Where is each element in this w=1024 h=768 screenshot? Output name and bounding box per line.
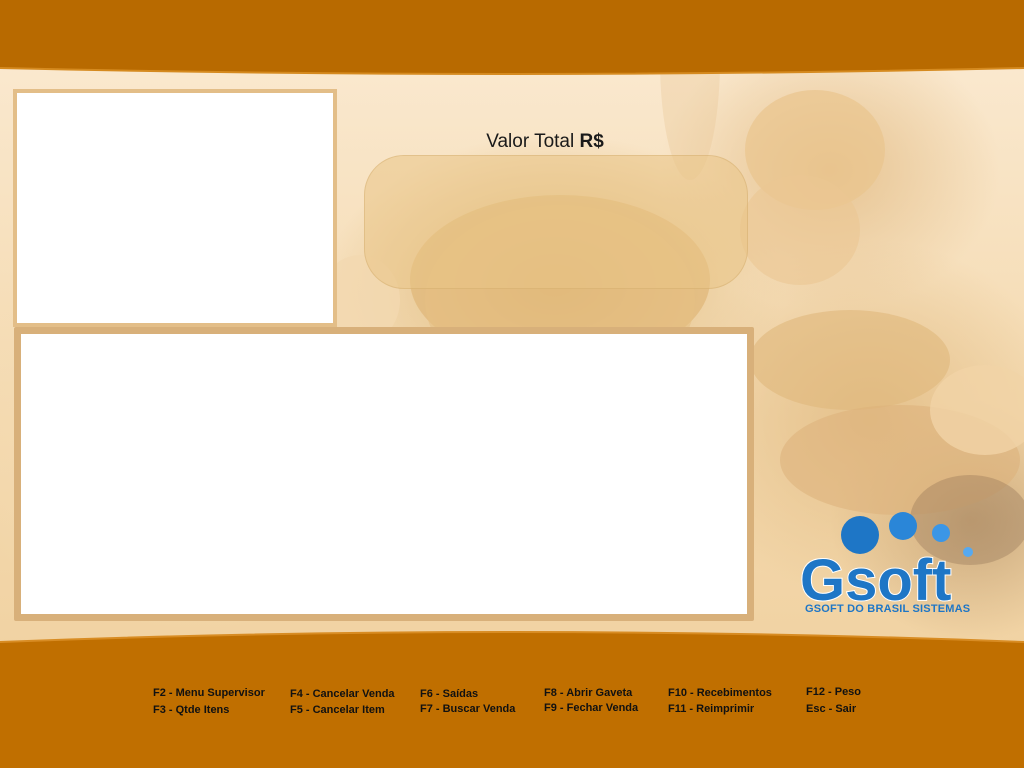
shortcut-f7[interactable]: F7 - Buscar Venda <box>420 703 515 715</box>
product-image-panel <box>13 89 337 327</box>
shortcut-f5[interactable]: F5 - Cancelar Item <box>290 704 385 716</box>
shortcut-f9[interactable]: F9 - Fechar Venda <box>544 702 638 714</box>
top-banner <box>0 0 1024 75</box>
shortcut-f3[interactable]: F3 - Qtde Itens <box>153 704 229 716</box>
shortcut-f4[interactable]: F4 - Cancelar Venda <box>290 688 395 700</box>
logo-dot-tiny <box>963 547 973 557</box>
total-label: Valor Total R$ <box>430 131 660 153</box>
logo-dot-medium <box>889 512 917 540</box>
total-value-display <box>364 155 748 289</box>
total-label-text: Valor Total <box>486 131 575 152</box>
company-name: GSOFT DO BRASIL SISTEMAS <box>805 603 971 615</box>
function-key-shortcuts: F2 - Menu Supervisor F3 - Qtde Itens F4 … <box>0 686 1024 726</box>
shortcut-f8[interactable]: F8 - Abrir Gaveta <box>544 687 632 699</box>
shortcut-esc[interactable]: Esc - Sair <box>806 703 856 715</box>
shortcut-f6[interactable]: F6 - Saídas <box>420 688 478 700</box>
shortcut-f2[interactable]: F2 - Menu Supervisor <box>153 687 265 699</box>
items-list-panel[interactable] <box>14 327 754 621</box>
shortcut-f11[interactable]: F11 - Reimprimir <box>668 703 754 715</box>
total-label-currency: R$ <box>579 131 604 152</box>
logo-dot-small <box>932 524 950 542</box>
shortcut-f10[interactable]: F10 - Recebimentos <box>668 687 772 699</box>
shortcut-f12[interactable]: F12 - Peso <box>806 686 861 698</box>
